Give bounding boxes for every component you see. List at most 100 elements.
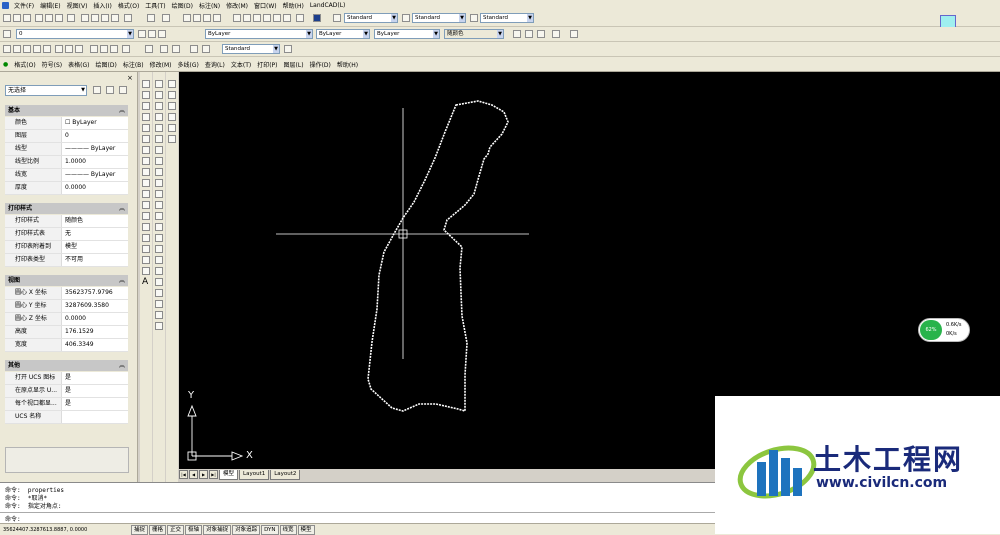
paste-icon[interactable] bbox=[101, 14, 109, 22]
prop-value[interactable]: ———— ByLayer bbox=[62, 169, 128, 181]
erase-icon[interactable] bbox=[155, 80, 163, 88]
workspace-icon[interactable] bbox=[570, 30, 578, 38]
selection-combo[interactable]: 无选择 ▼ bbox=[5, 85, 87, 96]
continue-icon[interactable] bbox=[110, 45, 118, 53]
section-view[interactable]: 视图 ︽ bbox=[5, 275, 128, 286]
close-icon[interactable]: × bbox=[127, 74, 133, 82]
scale-icon[interactable] bbox=[155, 157, 163, 165]
prop-row[interactable]: 圆心 Y 坐标 3287609.3580 bbox=[5, 300, 128, 313]
make-current-icon[interactable] bbox=[138, 30, 146, 38]
calculator-icon[interactable] bbox=[283, 14, 291, 22]
polygon-icon[interactable] bbox=[142, 113, 150, 121]
block-icon[interactable] bbox=[124, 14, 132, 22]
prop-value[interactable]: 406.3349 bbox=[62, 339, 128, 351]
join-icon[interactable] bbox=[155, 212, 163, 220]
lineweight-combo[interactable]: ByLayer ▼ bbox=[374, 29, 440, 39]
ortho-toggle[interactable]: 正交 bbox=[167, 524, 185, 535]
render-icon[interactable] bbox=[537, 30, 545, 38]
quick-dim-icon[interactable] bbox=[90, 45, 98, 53]
polar-toggle[interactable]: 极轴 bbox=[185, 524, 203, 535]
baseline-icon[interactable] bbox=[100, 45, 108, 53]
menu2-modify[interactable]: 修改(M) bbox=[147, 60, 175, 69]
prop-value[interactable]: 无 bbox=[62, 228, 128, 240]
hatch-icon[interactable] bbox=[142, 234, 150, 242]
otrack-toggle[interactable]: 对象追踪 bbox=[232, 524, 261, 535]
menu2-mline[interactable]: 多线(G) bbox=[174, 60, 201, 69]
prop-value[interactable]: 176.1529 bbox=[62, 326, 128, 338]
section-plot-style[interactable]: 打印样式 ︽ bbox=[5, 203, 128, 214]
linetype-combo[interactable]: ByLayer ▼ bbox=[316, 29, 370, 39]
menu-view[interactable]: 视图(V) bbox=[64, 1, 91, 10]
move-icon[interactable] bbox=[155, 135, 163, 143]
menu2-query[interactable]: 查询(L) bbox=[202, 60, 228, 69]
arc-length-icon[interactable] bbox=[23, 45, 31, 53]
menu-modify[interactable]: 修改(M) bbox=[223, 1, 251, 10]
arc-icon[interactable] bbox=[142, 135, 150, 143]
diameter-icon[interactable] bbox=[65, 45, 73, 53]
menu2-print[interactable]: 打印(P) bbox=[254, 60, 280, 69]
preview-icon[interactable] bbox=[45, 14, 53, 22]
prop-row[interactable]: 在原点显示 U... 是 bbox=[5, 385, 128, 398]
prop-row[interactable]: 线型比例 1.0000 bbox=[5, 156, 128, 169]
layer-combo[interactable]: 0 ▼ bbox=[16, 29, 134, 39]
rotate-icon[interactable] bbox=[155, 146, 163, 154]
zoom-realtime-icon[interactable] bbox=[193, 14, 201, 22]
prop-row[interactable]: 图层 0 bbox=[5, 130, 128, 143]
copy-object-icon[interactable] bbox=[155, 91, 163, 99]
menu2-draw[interactable]: 绘图(D) bbox=[93, 60, 120, 69]
circle-icon[interactable] bbox=[142, 146, 150, 154]
view-icon[interactable] bbox=[525, 30, 533, 38]
dim-style-combo[interactable]: Standard ▼ bbox=[412, 13, 466, 23]
menu2-text[interactable]: 文本(T) bbox=[228, 60, 254, 69]
lineweight-toggle[interactable]: 线宽 bbox=[279, 524, 297, 535]
prop-value[interactable]: 随颜色 bbox=[62, 215, 128, 227]
spline-icon[interactable] bbox=[142, 168, 150, 176]
menu-format[interactable]: 格式(O) bbox=[115, 1, 142, 10]
menu2-operate[interactable]: 操作(D) bbox=[307, 60, 334, 69]
rectangle-icon[interactable] bbox=[142, 124, 150, 132]
model-toggle[interactable]: 模型 bbox=[297, 524, 315, 535]
select-objects-icon[interactable] bbox=[106, 86, 114, 94]
color-combo[interactable]: ByLayer ▼ bbox=[205, 29, 313, 39]
new-file-icon[interactable] bbox=[3, 14, 11, 22]
ellipse-icon[interactable] bbox=[142, 179, 150, 187]
gradient-icon[interactable] bbox=[142, 245, 150, 253]
prop-row[interactable]: 宽度 406.3349 bbox=[5, 339, 128, 352]
menu2-format[interactable]: 格式(O) bbox=[11, 60, 38, 69]
tab-layout1[interactable]: Layout1 bbox=[239, 469, 270, 480]
prop-row[interactable]: 圆心 Z 坐标 0.0000 bbox=[5, 313, 128, 326]
draworder-icon[interactable] bbox=[155, 256, 163, 264]
grid-toggle[interactable]: 栅格 bbox=[149, 524, 167, 535]
tab-next-icon[interactable]: ▶ bbox=[199, 470, 208, 479]
network-speed-widget[interactable]: 62% 0.6K/s 0K/s bbox=[918, 318, 970, 342]
ellipse-arc-icon[interactable] bbox=[142, 190, 150, 198]
center-mark-icon[interactable] bbox=[160, 45, 168, 53]
prop-value[interactable]: ———— ByLayer bbox=[62, 143, 128, 155]
menu-tools[interactable]: 工具(T) bbox=[142, 1, 168, 10]
collapse-icon[interactable]: ︽ bbox=[119, 275, 125, 286]
qleader-icon[interactable] bbox=[122, 45, 130, 53]
aligned-dim-icon[interactable] bbox=[13, 45, 21, 53]
prop-value[interactable]: 0 bbox=[62, 130, 128, 142]
stretch-icon[interactable] bbox=[155, 168, 163, 176]
prop-value[interactable]: 1.0000 bbox=[62, 156, 128, 168]
purge-icon[interactable] bbox=[155, 322, 163, 330]
dim-style-icon[interactable] bbox=[402, 14, 410, 22]
menu2-dimension[interactable]: 标注(B) bbox=[120, 60, 147, 69]
menu-landcad[interactable]: LandCAD(L) bbox=[307, 2, 349, 9]
prop-row[interactable]: UCS 名称 bbox=[5, 411, 128, 424]
angular-icon[interactable] bbox=[75, 45, 83, 53]
prop-value[interactable]: 是 bbox=[62, 372, 128, 384]
revcloud-icon[interactable] bbox=[142, 157, 150, 165]
copy-icon[interactable] bbox=[91, 14, 99, 22]
prop-value[interactable]: 35623757.9796 bbox=[62, 287, 128, 299]
layer-states-icon[interactable] bbox=[158, 30, 166, 38]
redo-icon[interactable] bbox=[162, 14, 170, 22]
snap-toggle[interactable]: 捕捉 bbox=[131, 524, 149, 535]
prop-value[interactable]: 0.0000 bbox=[62, 313, 128, 325]
layer-prev-icon[interactable] bbox=[296, 14, 304, 22]
dim-text-edit-icon[interactable] bbox=[190, 45, 198, 53]
make-block-icon[interactable] bbox=[142, 212, 150, 220]
ungroup-icon[interactable] bbox=[155, 311, 163, 319]
region-icon[interactable] bbox=[142, 256, 150, 264]
